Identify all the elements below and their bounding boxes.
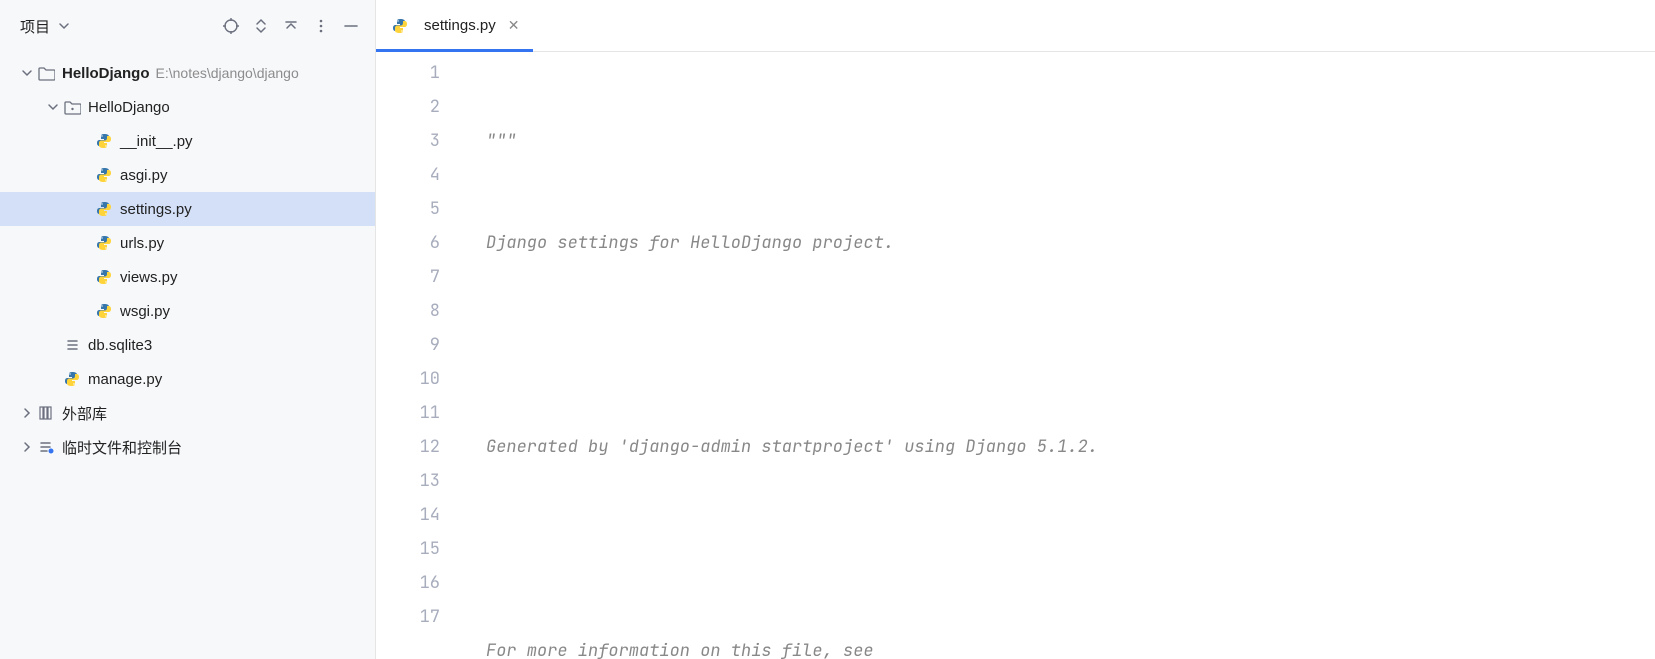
line-number: 8 — [376, 294, 440, 328]
tree-project-root[interactable]: HelloDjango E:\notes\django\django — [0, 56, 375, 90]
target-icon[interactable] — [217, 12, 245, 40]
tree-label: urls.py — [120, 235, 164, 252]
tree-label: asgi.py — [120, 167, 168, 184]
more-options-icon[interactable] — [307, 12, 335, 40]
code-text: Django settings for HelloDjango project. — [486, 232, 894, 254]
tree-file-asgi[interactable]: asgi.py — [0, 158, 375, 192]
library-icon — [36, 403, 56, 423]
project-tree: HelloDjango E:\notes\django\django Hello… — [0, 52, 375, 659]
folder-icon — [36, 63, 56, 83]
line-number: 9 — [376, 328, 440, 362]
tree-file-views[interactable]: views.py — [0, 260, 375, 294]
python-file-icon — [94, 199, 114, 219]
expand-collapse-icon[interactable] — [247, 12, 275, 40]
python-file-icon — [94, 165, 114, 185]
tree-label: db.sqlite3 — [88, 337, 152, 354]
line-number: 10 — [376, 362, 440, 396]
text-file-icon — [62, 335, 82, 355]
code-text: For more information on this file, see — [486, 640, 874, 659]
line-number: 4 — [376, 158, 440, 192]
tree-label: 临时文件和控制台 — [62, 437, 182, 458]
line-number: 15 — [376, 532, 440, 566]
tree-file-manage[interactable]: manage.py — [0, 362, 375, 396]
line-number: 17 — [376, 600, 440, 634]
scratches-icon — [36, 437, 56, 457]
python-file-icon — [94, 301, 114, 321]
tree-label: __init__.py — [120, 133, 193, 150]
line-number: 13 — [376, 464, 440, 498]
code-text: Generated by 'django-admin startproject'… — [486, 436, 1098, 458]
tree-file-init[interactable]: __init__.py — [0, 124, 375, 158]
tree-label: 外部库 — [62, 403, 107, 424]
chevron-right-icon — [18, 404, 36, 422]
chevron-down-icon — [44, 98, 62, 116]
python-file-icon — [94, 233, 114, 253]
tree-label: settings.py — [120, 201, 192, 218]
tree-label: wsgi.py — [120, 303, 170, 320]
python-file-icon — [94, 131, 114, 151]
tree-path: E:\notes\django\django — [156, 65, 299, 81]
python-file-icon — [62, 369, 82, 389]
close-icon[interactable]: ✕ — [508, 17, 520, 34]
sidebar-title[interactable]: 项目 — [20, 16, 73, 37]
tree-file-settings[interactable]: settings.py — [0, 192, 375, 226]
tree-external-libs[interactable]: 外部库 — [0, 396, 375, 430]
tree-file-urls[interactable]: urls.py — [0, 226, 375, 260]
python-file-icon — [390, 16, 410, 36]
editor-tabs: settings.py ✕ — [376, 0, 1655, 52]
line-number: 6 — [376, 226, 440, 260]
sidebar-actions — [217, 12, 365, 40]
line-number: 16 — [376, 566, 440, 600]
package-folder-icon — [62, 97, 82, 117]
tree-label: manage.py — [88, 371, 162, 388]
code-editor[interactable]: 1 2 3 4 5 6 7 8 9 10 11 12 13 14 15 16 1… — [376, 52, 1655, 659]
line-number: 1 — [376, 56, 440, 90]
sidebar-header: 项目 — [0, 0, 375, 52]
chevron-down-icon — [55, 17, 73, 35]
tree-label: HelloDjango — [62, 65, 150, 82]
tab-label: settings.py — [424, 17, 496, 34]
line-number: 5 — [376, 192, 440, 226]
line-number: 11 — [376, 396, 440, 430]
project-sidebar: 项目 HelloDjango — [0, 0, 376, 659]
collapse-all-icon[interactable] — [277, 12, 305, 40]
tree-file-wsgi[interactable]: wsgi.py — [0, 294, 375, 328]
tab-settings[interactable]: settings.py ✕ — [376, 0, 533, 51]
code-text: """ — [486, 130, 517, 152]
editor-area: settings.py ✕ 1 2 3 4 5 6 7 8 9 10 11 12… — [376, 0, 1655, 659]
tree-label: views.py — [120, 269, 178, 286]
tree-scratches[interactable]: 临时文件和控制台 — [0, 430, 375, 464]
sidebar-title-text: 项目 — [20, 16, 50, 37]
line-number: 2 — [376, 90, 440, 124]
tree-label: HelloDjango — [88, 99, 170, 116]
line-number: 12 — [376, 430, 440, 464]
line-number: 14 — [376, 498, 440, 532]
chevron-right-icon — [18, 438, 36, 456]
tree-file-db[interactable]: db.sqlite3 — [0, 328, 375, 362]
line-gutter: 1 2 3 4 5 6 7 8 9 10 11 12 13 14 15 16 1… — [376, 52, 468, 659]
code-content[interactable]: """ Django settings for HelloDjango proj… — [468, 52, 1655, 659]
minimize-icon[interactable] — [337, 12, 365, 40]
tree-app-folder[interactable]: HelloDjango — [0, 90, 375, 124]
line-number: 3 — [376, 124, 440, 158]
python-file-icon — [94, 267, 114, 287]
line-number: 7 — [376, 260, 440, 294]
chevron-down-icon — [18, 64, 36, 82]
